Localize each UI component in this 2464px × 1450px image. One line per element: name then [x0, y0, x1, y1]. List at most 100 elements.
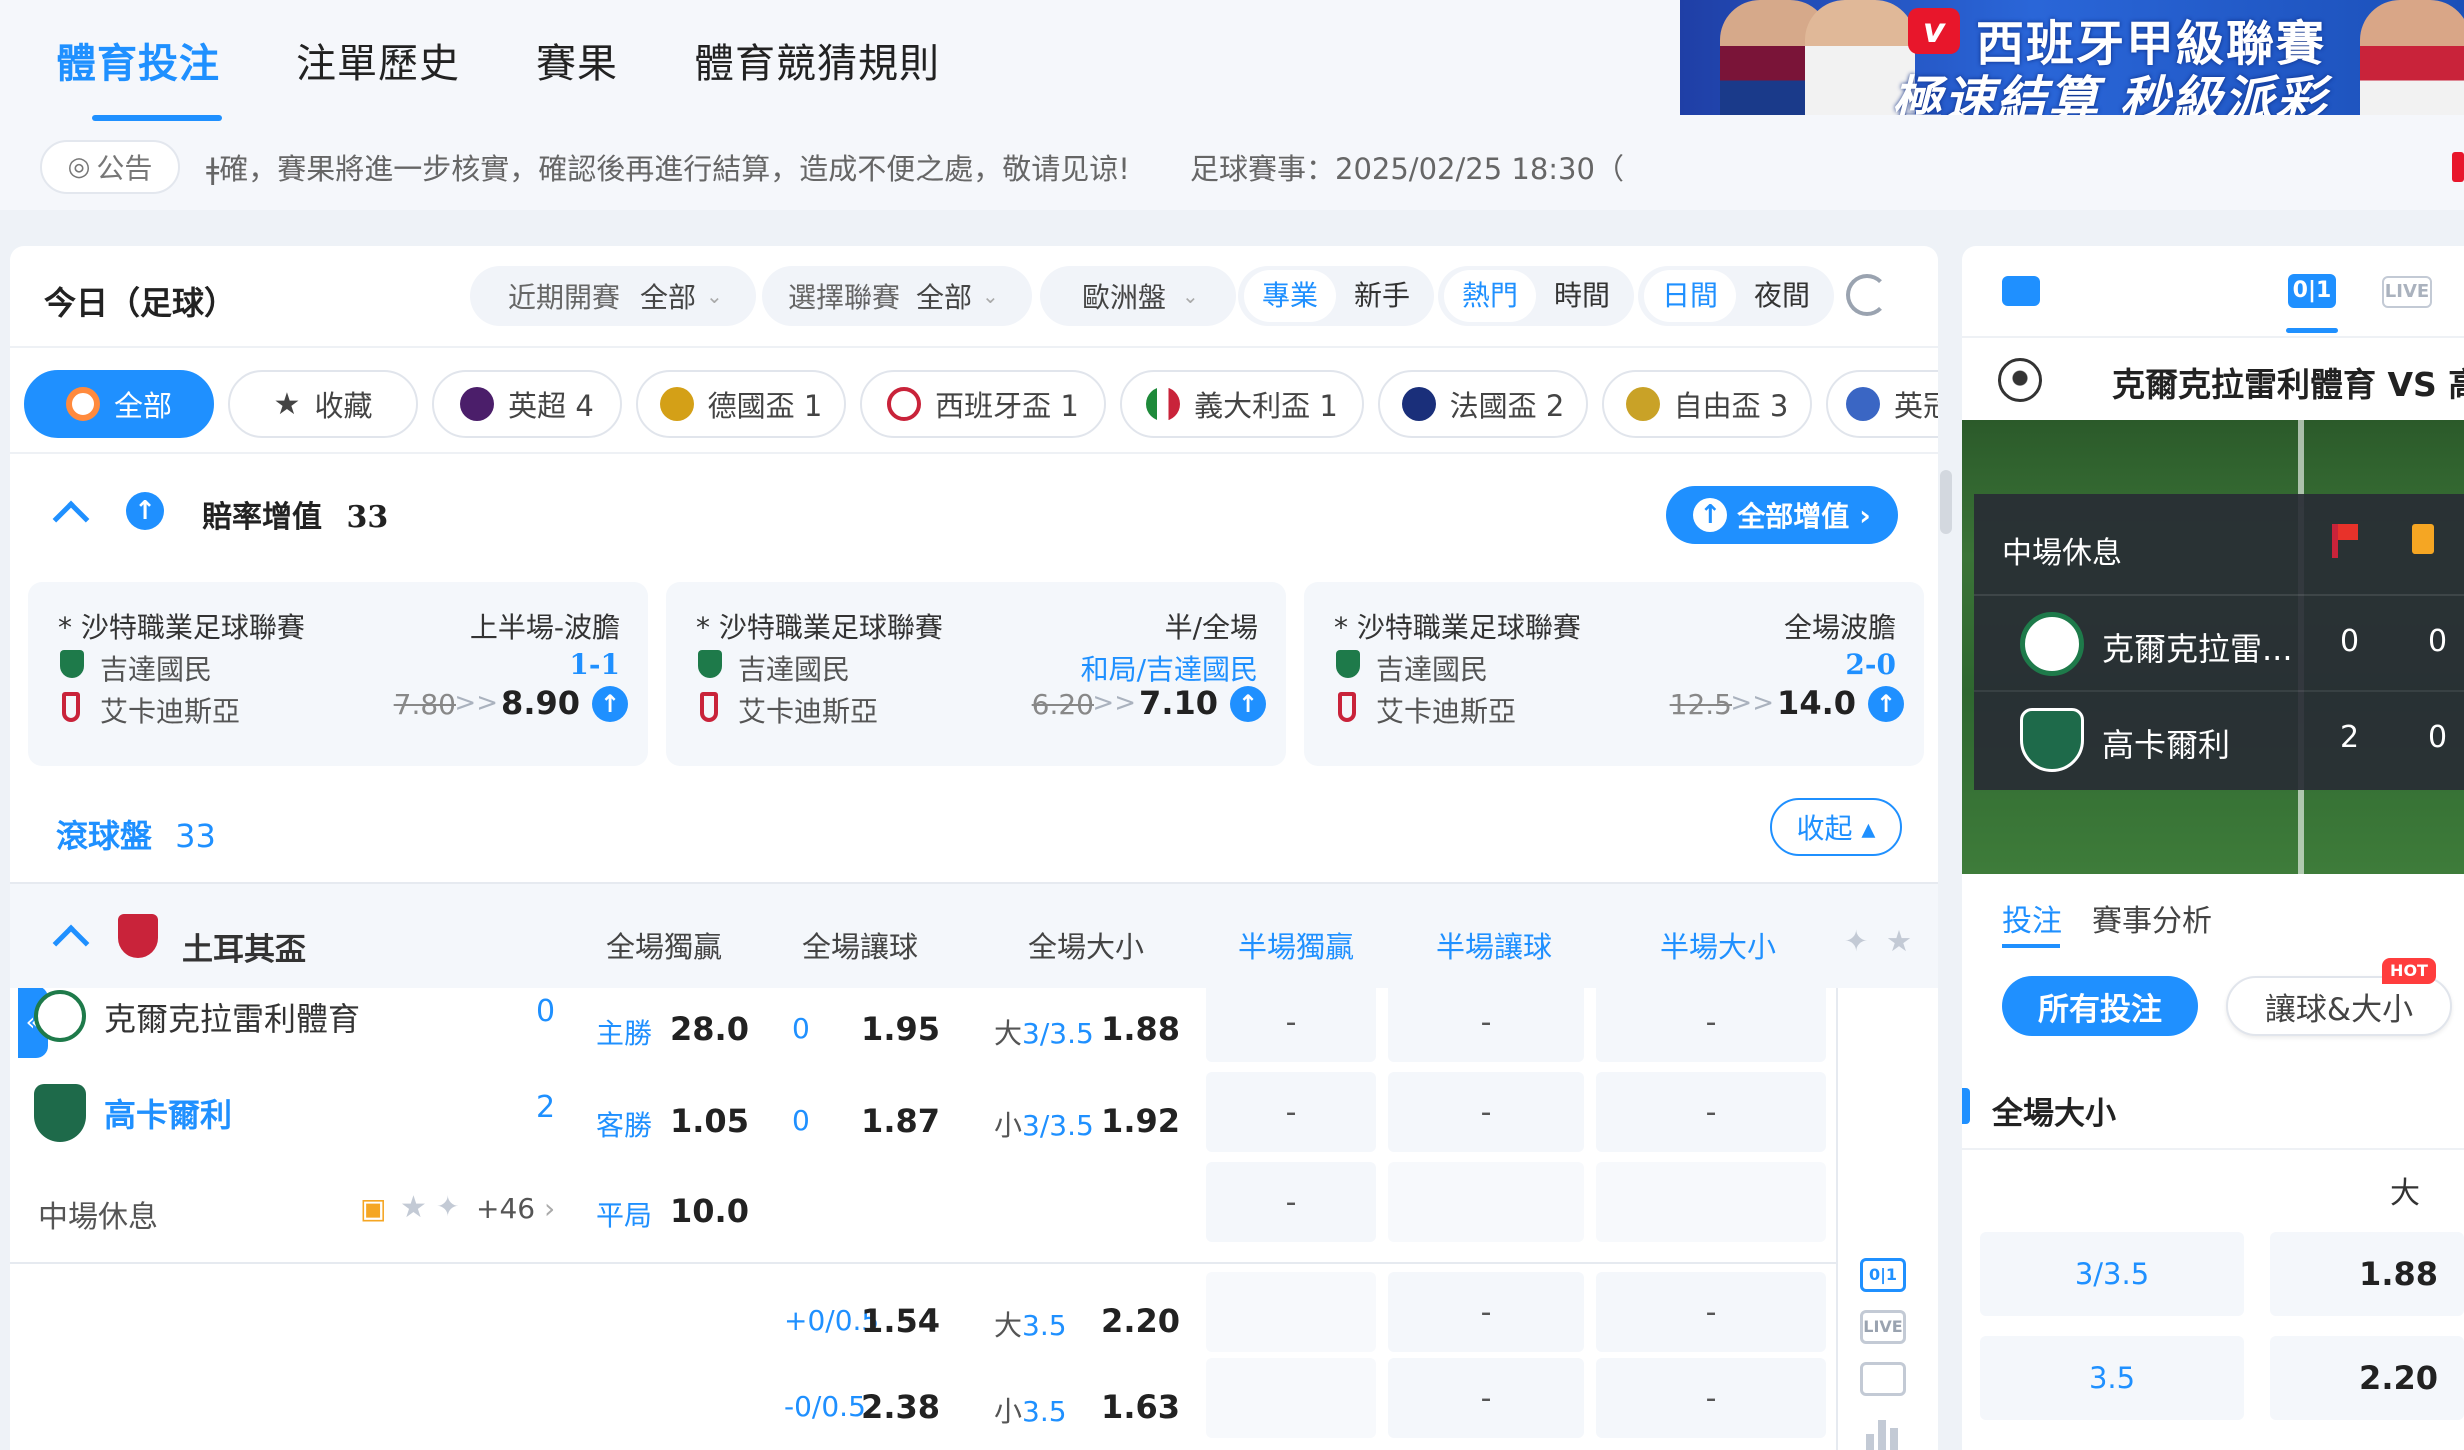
theme-night-option[interactable]: 夜間	[1736, 270, 1828, 322]
col-ht-1x2[interactable]: 半場獨贏	[1238, 924, 1354, 966]
odds-cell-ht-handicap[interactable]: -	[1388, 982, 1584, 1062]
odds-cell-draw[interactable]: 平局 10.0	[578, 1170, 754, 1250]
refresh-icon[interactable]	[1846, 274, 1888, 316]
sort-time-option[interactable]: 時間	[1536, 270, 1628, 322]
stats-icon[interactable]: ▣	[360, 1192, 386, 1225]
away-team-name[interactable]: 高卡爾利	[104, 1090, 232, 1136]
line-cell: 3/3.5	[1980, 1232, 2244, 1316]
chevron-up-icon[interactable]	[52, 924, 90, 962]
odds-cell-ht-handicap[interactable]: -	[1388, 1272, 1584, 1352]
live-tab[interactable]: LIVE	[2382, 276, 2432, 308]
star-icon[interactable]: ★	[1886, 924, 1912, 958]
premier-league-icon	[460, 387, 495, 421]
empty-cell	[1206, 1272, 1376, 1352]
empty-cell	[1206, 1358, 1376, 1438]
match-name: 克爾克拉雷利體育 VS 高	[2112, 365, 2464, 404]
table-header: 土耳其盃 全場獨贏 全場讓球 全場大小 半場獨贏 半場讓球 半場大小 ✦ ★	[10, 882, 1938, 988]
recent-filter-dropdown[interactable]: 近期開賽 全部 ⌄	[470, 266, 756, 326]
tab-bet-history[interactable]: 注單歷史	[258, 31, 498, 89]
team-crest-icon	[60, 650, 84, 678]
handicap-ou-pill[interactable]: 讓球&大小	[2226, 976, 2452, 1036]
odds-cell-handicap-away[interactable]: 0 1.87	[766, 1080, 956, 1160]
odds-cell-ht-1x2[interactable]: -	[1206, 1072, 1376, 1152]
theme-day-option[interactable]: 日間	[1644, 270, 1737, 322]
empty-cell	[1388, 1162, 1584, 1242]
sort-hot-option[interactable]: 熱門	[1444, 270, 1537, 322]
detail-subtabs: 投注 賽事分析	[1962, 874, 2464, 954]
odds-cell-ht-over-under[interactable]: -	[1596, 1072, 1826, 1152]
odds-cell-ht-over-under[interactable]: -	[1596, 1272, 1826, 1352]
boost-arrow-icon: ↑	[592, 686, 628, 722]
star-icon[interactable]: ★	[400, 1190, 427, 1225]
scoreboard-tab[interactable]: 0|1	[2288, 274, 2336, 308]
boosted-odds-card[interactable]: * 沙特職業足球聯賽 半/全場 吉達國民 艾卡迪斯亞 和局/吉達國民 6.20 …	[666, 582, 1286, 766]
odds-cell-alt-handicap[interactable]: -0/0.5 2.38	[766, 1366, 956, 1446]
chevron-right-icon: ›	[535, 1192, 556, 1225]
scrollbar-thumb[interactable]	[1940, 470, 1952, 534]
league-chip-championship[interactable]: 英冠	[1826, 370, 1938, 438]
odds-cell-over[interactable]: 1.88	[2270, 1232, 2464, 1316]
league-chip-coppa-italia[interactable]: 義大利盃 1	[1120, 370, 1364, 438]
league-chip-coupe-de-france[interactable]: 法國盃 2	[1378, 370, 1588, 438]
tab-rules[interactable]: 體育競猜規則	[656, 31, 978, 89]
announcement-label[interactable]: ◎ 公告	[40, 140, 180, 194]
all-bets-pill[interactable]: 所有投注	[2002, 976, 2198, 1036]
match-header: 克爾克拉雷利體育 VS 高	[1962, 338, 2464, 420]
league-filter-dropdown[interactable]: 選擇聯賽 全部 ⌄	[762, 266, 1032, 326]
odds-cell-home-win[interactable]: 主勝 28.0	[578, 988, 754, 1068]
league-chip-libertadores[interactable]: 自由盃 3	[1602, 370, 1812, 438]
tab-results[interactable]: 賽果	[498, 31, 656, 89]
mode-novice-option[interactable]: 新手	[1336, 270, 1428, 322]
odds-cell-over[interactable]: 大3/3.5 1.88	[972, 988, 1190, 1068]
odds-cell-ht-handicap[interactable]: -	[1388, 1358, 1584, 1438]
odds-cell-under[interactable]: 小3/3.5 1.92	[972, 1080, 1190, 1160]
col-ft-over-under: 全場大小	[1028, 930, 1145, 964]
tab-sports-betting[interactable]: 體育投注	[0, 31, 258, 121]
odds-cell-ht-draw[interactable]: -	[1206, 1162, 1376, 1242]
odds-cell-away-win[interactable]: 客勝 1.05	[578, 1080, 754, 1160]
team-crest-icon	[700, 692, 718, 722]
all-boosted-button[interactable]: ↑ 全部增值 ›	[1666, 486, 1898, 544]
filter-toolbar: 今日（足球） 近期開賽 全部 ⌄ 選擇聯賽 全部 ⌄ 歐洲盤 ⌄ 專業 新手 熱…	[10, 246, 1938, 346]
odds-cell-ht-over-under[interactable]: -	[1596, 1358, 1826, 1438]
odds-cell-handicap-home[interactable]: 0 1.95	[766, 988, 956, 1068]
odds-cell-ht-handicap[interactable]: -	[1388, 1072, 1584, 1152]
yellow-card-icon	[2412, 524, 2434, 554]
col-ht-handicap[interactable]: 半場讓球	[1436, 924, 1552, 966]
league-chip-all[interactable]: 全部	[24, 370, 214, 438]
league-chip-favorites[interactable]: ★ 收藏	[228, 370, 418, 438]
home-team-name[interactable]: 克爾克拉雷利體育	[104, 994, 360, 1040]
mode-pro-option[interactable]: 專業	[1244, 270, 1337, 322]
animation-icon[interactable]	[1860, 1362, 1906, 1396]
league-chip-dfb-pokal[interactable]: 德國盃 1	[636, 370, 846, 438]
col-ht-over-under[interactable]: 半場大小	[1660, 924, 1776, 966]
chevron-up-icon[interactable]	[52, 500, 90, 538]
league-chip-epl[interactable]: 英超 4	[432, 370, 622, 438]
pin-icon[interactable]: ✦	[1844, 924, 1868, 958]
tab-betting[interactable]: 投注	[2002, 896, 2062, 940]
odds-cell-ht-over-under[interactable]: -	[1596, 982, 1826, 1062]
col-over-label: 大	[2390, 1176, 2420, 1211]
odds-cell-over[interactable]: 2.20	[2270, 1336, 2464, 1420]
away-team-score: 2	[536, 1090, 556, 1125]
odds-cell-alt-handicap[interactable]: +0/0.5 1.54	[766, 1280, 956, 1360]
boosted-odds-card[interactable]: * 沙特職業足球聯賽 上半場-波膽 吉達國民 艾卡迪斯亞 1-1 7.80 >>…	[28, 582, 648, 766]
league-chip-copa-del-rey[interactable]: 西班牙盃 1	[860, 370, 1106, 438]
announcement-text: ǂ確，賽果將進一步核實，確認後再進行結算，造成不便之處，敬请见谅!	[206, 152, 1130, 186]
tv-icon[interactable]	[2002, 276, 2040, 306]
odds-cell-alt-under[interactable]: 小3.5 1.63	[972, 1366, 1190, 1446]
promo-banner[interactable]: v 西班牙甲級聯賽 極速結算 秒級派彩	[1680, 0, 2464, 115]
more-markets-link[interactable]: +46 ›	[476, 1192, 555, 1225]
live-stream-icon[interactable]: LIVE	[1860, 1310, 1906, 1344]
pin-icon[interactable]: ✦	[436, 1190, 459, 1223]
collapse-button[interactable]: 收起 ▴	[1770, 798, 1902, 856]
stats-chart-icon[interactable]	[1866, 1414, 1900, 1450]
odds-cell-alt-over[interactable]: 大3.5 2.20	[972, 1280, 1190, 1360]
notice-indicator	[2452, 152, 2464, 182]
odds-cell-ht-1x2[interactable]: -	[1206, 982, 1376, 1062]
coppa-italia-icon	[1146, 387, 1181, 421]
odds-type-dropdown[interactable]: 歐洲盤 ⌄	[1040, 266, 1236, 326]
tab-analysis[interactable]: 賽事分析	[2092, 896, 2212, 940]
scoreboard-icon[interactable]: 0|1	[1860, 1258, 1906, 1292]
boosted-odds-card[interactable]: * 沙特職業足球聯賽 全場波膽 吉達國民 艾卡迪斯亞 2-0 12.5 >> 1…	[1304, 582, 1924, 766]
